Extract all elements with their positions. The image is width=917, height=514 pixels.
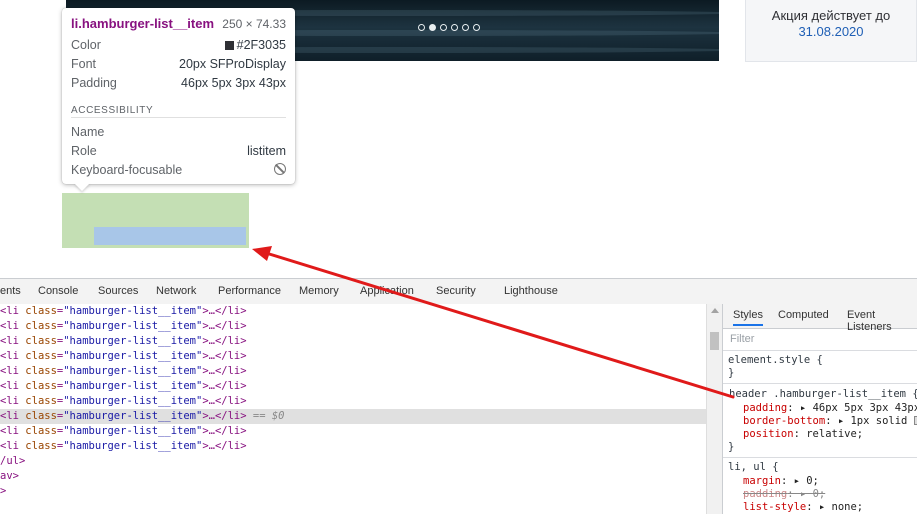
annotation-arrow — [252, 246, 735, 399]
